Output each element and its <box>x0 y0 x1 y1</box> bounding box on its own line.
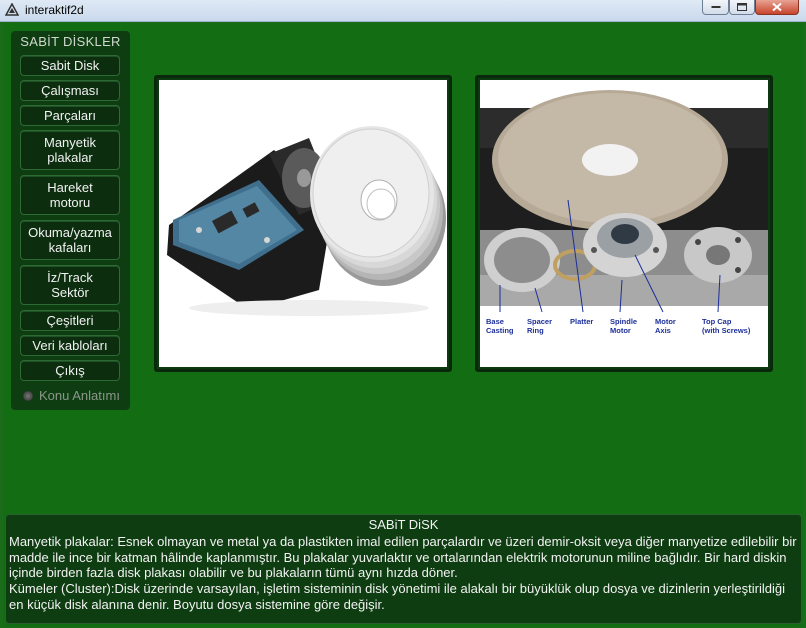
okuma-yazma-kafalari-button[interactable]: Okuma/yazma kafaları <box>20 220 120 260</box>
hard-disk-image-panel <box>154 75 452 372</box>
veri-kablolari-button[interactable]: Veri kabloları <box>20 335 120 356</box>
sidebar-title: SABİT DİSKLER <box>20 34 121 49</box>
maximize-icon <box>737 3 747 11</box>
cikis-button[interactable]: Çıkış <box>20 360 120 381</box>
svg-text:Platter: Platter <box>570 317 593 326</box>
minimize-button[interactable] <box>702 0 729 15</box>
sidebar: SABİT DİSKLER Sabit Disk Çalışması Parça… <box>11 31 130 410</box>
minimize-icon <box>711 6 720 8</box>
info-body: Manyetik plakalar: Esnek olmayan ve meta… <box>9 534 799 613</box>
disk-parts-image-panel: Base Casting Spacer Ring Platter Spindle Mo… <box>475 75 773 372</box>
calismasi-button[interactable]: Çalışması <box>20 80 120 101</box>
hareket-motoru-button[interactable]: Hareket motoru <box>20 175 120 215</box>
hard-disk-image <box>159 80 447 367</box>
close-icon <box>772 2 782 12</box>
app-icon <box>5 3 19 16</box>
maximize-button[interactable] <box>729 0 755 15</box>
info-paragraph: Manyetik plakalar: Esnek olmayan ve meta… <box>9 534 797 581</box>
info-title: SABiT DiSK <box>368 517 439 532</box>
main-area: SABİT DİSKLER Sabit Disk Çalışması Parça… <box>3 23 803 627</box>
manyetik-plakalar-button[interactable]: Manyetik plakalar <box>20 130 120 170</box>
window-title: interaktif2d <box>25 3 84 17</box>
iz-track-sektor-button[interactable]: İz/Track Sektör <box>20 265 120 305</box>
close-button[interactable] <box>755 0 799 15</box>
konu-anlatimi-radio[interactable]: Konu Anlatımı <box>23 388 120 403</box>
sabit-disk-button[interactable]: Sabit Disk <box>20 55 120 76</box>
platter-label: Platter <box>570 317 593 326</box>
parcalari-button[interactable]: Parçaları <box>20 105 120 126</box>
title-bar: interaktif2d <box>0 0 806 22</box>
disk-parts-image: Base Casting Spacer Ring Platter Spindle Mo… <box>480 80 768 367</box>
radio-label: Konu Anlatımı <box>39 388 120 403</box>
cesitleri-button[interactable]: Çeşitleri <box>20 310 120 331</box>
info-panel: SABiT DiSK Manyetik plakalar: Esnek olma… <box>5 514 802 624</box>
info-paragraph: Kümeler (Cluster):Disk üzerinde varsayıl… <box>9 581 785 612</box>
radio-icon <box>23 390 33 401</box>
